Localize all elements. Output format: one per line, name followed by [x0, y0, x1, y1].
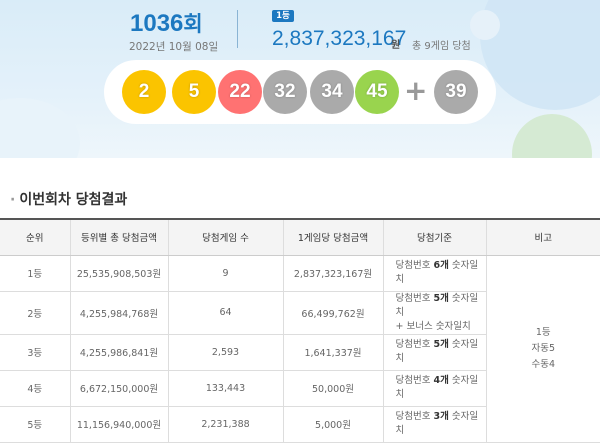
per-game-amount-cell: 5,000원	[283, 406, 383, 442]
criteria-text: 당첨번호	[396, 260, 434, 271]
bullet-icon: ·	[10, 192, 15, 208]
note-line: 수동4	[487, 357, 600, 373]
game-count-cell: 64	[168, 291, 283, 334]
column-header: 비고	[486, 219, 600, 255]
criteria-text: 당첨번호	[396, 375, 434, 386]
table-header-row: 순위 등위별 총 당첨금액 당첨게임 수 1게임당 당첨금액 당첨기준 비고	[0, 219, 600, 255]
total-amount-cell: 4,255,986,841원	[70, 334, 168, 370]
number-ball: 5	[172, 70, 216, 114]
first-prize-amount: 2,837,323,167	[272, 27, 406, 51]
criteria-cell: 당첨번호 6개 숫자일치	[383, 255, 486, 291]
criteria-cell: 당첨번호 4개 숫자일치	[383, 370, 486, 406]
criteria-count: 3개	[433, 411, 448, 422]
rank-cell: 2등	[0, 291, 70, 334]
column-header: 등위별 총 당첨금액	[70, 219, 168, 255]
rank-cell: 3등	[0, 334, 70, 370]
number-ball: 34	[310, 70, 354, 114]
criteria-count: 6개	[433, 260, 448, 271]
round-number: 1036	[130, 10, 183, 37]
per-game-amount-cell: 50,000원	[283, 370, 383, 406]
game-count-cell: 2,593	[168, 334, 283, 370]
section-title: ·이번회차 당첨결과	[10, 189, 127, 209]
decorative-circle	[480, 0, 600, 110]
criteria-cell: 당첨번호 5개 숫자일치+ 보너스 숫자일치	[383, 291, 486, 334]
criteria-count: 5개	[433, 339, 448, 350]
decorative-circle	[512, 114, 592, 158]
criteria-text: 당첨번호	[396, 293, 434, 304]
first-prize-badge: 1등	[272, 10, 294, 22]
number-ball: 22	[218, 70, 262, 114]
per-game-amount-cell: 1,641,337원	[283, 334, 383, 370]
criteria-count: 4개	[433, 375, 448, 386]
round-unit: 회	[183, 12, 202, 36]
number-ball: 32	[263, 70, 307, 114]
bonus-number-ball: 39	[434, 70, 478, 114]
per-game-amount-cell: 66,499,762원	[283, 291, 383, 334]
per-game-amount-cell: 2,837,323,167원	[283, 255, 383, 291]
rank-cell: 5등	[0, 406, 70, 442]
criteria-cell: 당첨번호 3개 숫자일치	[383, 406, 486, 442]
section-title-text: 이번회차 당첨결과	[19, 192, 127, 208]
rank-cell: 4등	[0, 370, 70, 406]
round-title: 1036회	[130, 8, 203, 38]
divider	[237, 10, 238, 48]
winning-numbers: 2 5 22 32 34 45 + 39	[104, 60, 496, 124]
note-cell: 1등 자동5 수동4	[486, 255, 600, 442]
table-row: 1등 25,535,908,503원 9 2,837,323,167원 당첨번호…	[0, 255, 600, 291]
winner-count: 총 9게임 당첨	[412, 37, 471, 52]
decorative-circle	[470, 10, 500, 40]
game-count-cell: 9	[168, 255, 283, 291]
total-amount-cell: 6,672,150,000원	[70, 370, 168, 406]
criteria-bonus-text: + 보너스 숫자일치	[396, 321, 471, 332]
decorative-circle	[0, 98, 80, 158]
first-prize-unit: 원	[391, 36, 400, 51]
results-table: 순위 등위별 총 당첨금액 당첨게임 수 1게임당 당첨금액 당첨기준 비고 1…	[0, 218, 600, 443]
number-ball: 2	[122, 70, 166, 114]
total-amount-cell: 25,535,908,503원	[70, 255, 168, 291]
game-count-cell: 2,231,388	[168, 406, 283, 442]
number-ball: 45	[355, 70, 399, 114]
criteria-cell: 당첨번호 5개 숫자일치	[383, 334, 486, 370]
note-line: 자동5	[487, 341, 600, 357]
total-amount-cell: 4,255,984,768원	[70, 291, 168, 334]
column-header: 1게임당 당첨금액	[283, 219, 383, 255]
draw-date: 2022년 10월 08일	[129, 39, 218, 54]
criteria-text: 당첨번호	[396, 339, 434, 350]
note-line: 1등	[487, 325, 600, 341]
column-header: 순위	[0, 219, 70, 255]
game-count-cell: 133,443	[168, 370, 283, 406]
criteria-text: 당첨번호	[396, 411, 434, 422]
draw-summary-banner: 1036회 2022년 10월 08일 1등 2,837,323,167 원 총…	[0, 0, 600, 158]
total-amount-cell: 11,156,940,000원	[70, 406, 168, 442]
column-header: 당첨기준	[383, 219, 486, 255]
criteria-count: 5개	[433, 293, 448, 304]
column-header: 당첨게임 수	[168, 219, 283, 255]
plus-icon: +	[404, 74, 427, 107]
rank-cell: 1등	[0, 255, 70, 291]
